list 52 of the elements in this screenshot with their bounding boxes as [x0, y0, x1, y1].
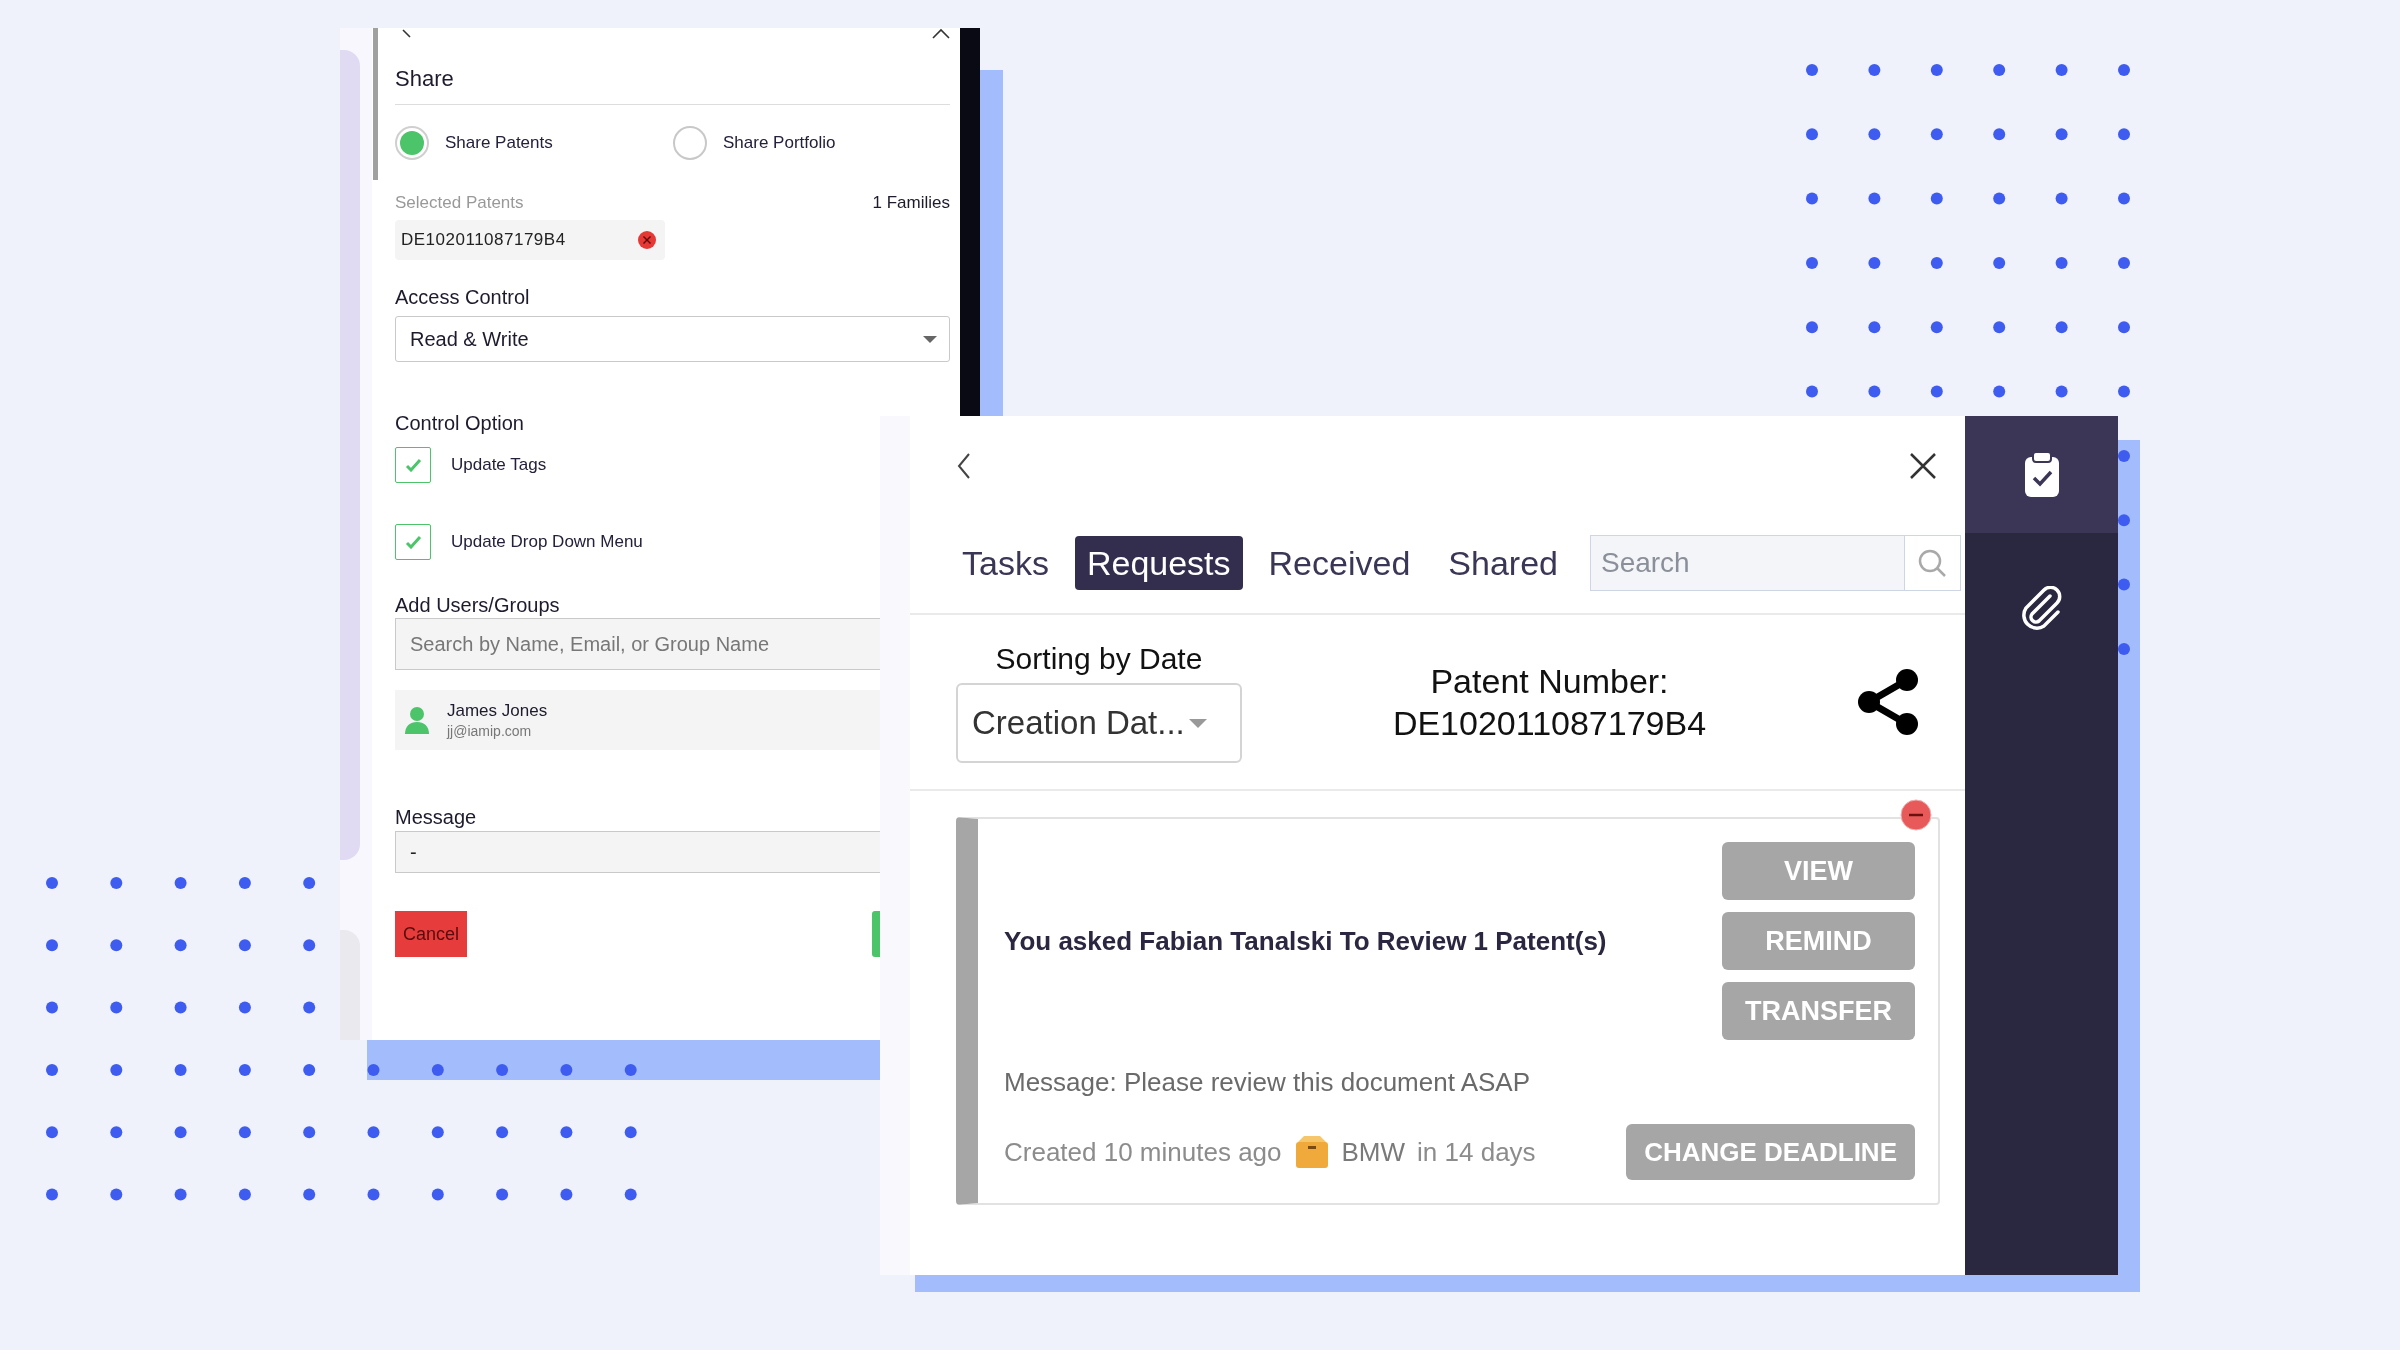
share-icon[interactable]	[1857, 668, 1919, 736]
user-row[interactable]: James Jones jj@iamip.com	[395, 690, 880, 750]
sort-label: Sorting by Date	[995, 641, 1203, 677]
tab[interactable]: Received	[1256, 536, 1423, 590]
caret-icon	[923, 335, 937, 343]
message-field[interactable]: -	[395, 831, 880, 873]
radio-option[interactable]: Share Portfolio	[673, 126, 951, 160]
count-label: 1 Families	[872, 192, 950, 214]
chevron-left-icon[interactable]	[401, 28, 412, 39]
field-label: Add Users/Groups	[395, 593, 560, 618]
field-label: Message	[395, 805, 477, 830]
radio-button[interactable]	[395, 126, 429, 160]
search-field[interactable]: Search by Name, Email, or Group Name	[395, 618, 880, 670]
person-icon	[403, 706, 431, 734]
tab[interactable]: Tasks	[950, 536, 1061, 590]
checkbox[interactable]	[395, 447, 431, 483]
paperclip-icon	[2019, 586, 2064, 630]
check-icon	[404, 535, 422, 549]
radio-button[interactable]	[673, 126, 707, 160]
chevron-up-icon[interactable]	[932, 28, 950, 40]
tab[interactable]: Shared	[1436, 536, 1570, 590]
close-icon[interactable]	[1909, 452, 1937, 480]
tab[interactable]: Requests	[1074, 536, 1243, 590]
created-time: Created 10 minutes ago	[1004, 1136, 1282, 1168]
caret-icon	[1188, 718, 1207, 728]
chip-text: DE102011087179B4	[401, 230, 566, 250]
checkbox-option[interactable]: Update Drop Down Menu	[395, 524, 643, 560]
section-label: Control Option	[395, 411, 524, 436]
box-icon	[1293, 1134, 1330, 1170]
user-email: jj@iamip.com	[447, 722, 533, 740]
checkbox-option[interactable]: Update Tags	[395, 447, 547, 483]
checkbox[interactable]	[395, 524, 431, 560]
user-name: James Jones	[447, 700, 548, 722]
patent-number: DE102011087179B4	[1391, 703, 1708, 744]
sort-dropdown[interactable]: Creation Dat...	[956, 683, 1242, 763]
back-icon[interactable]	[956, 452, 972, 480]
remove-icon[interactable]	[1900, 799, 1932, 831]
panel-title: Share	[395, 65, 454, 93]
request-message: Message: Please review this document ASAP	[1004, 1066, 1532, 1099]
search-icon	[1917, 548, 1948, 578]
remove-icon[interactable]	[637, 230, 657, 250]
field-label: Access Control	[395, 285, 530, 310]
check-icon	[404, 458, 422, 472]
access-dropdown[interactable]: Read & Write	[395, 316, 950, 362]
project-name: BMW	[1341, 1136, 1406, 1168]
radio-option[interactable]: Share Patents	[395, 126, 673, 160]
due-date: in 14 days	[1417, 1136, 1536, 1168]
patent-label: Patent Number:	[1429, 661, 1670, 702]
search-field[interactable]: Search	[1589, 535, 1905, 591]
field-label: Selected Patents	[395, 192, 524, 214]
sidebar-button[interactable]	[1965, 416, 2118, 533]
request-title: You asked Fabian Tanalski To Review 1 Patent(s)	[1004, 925, 1607, 957]
